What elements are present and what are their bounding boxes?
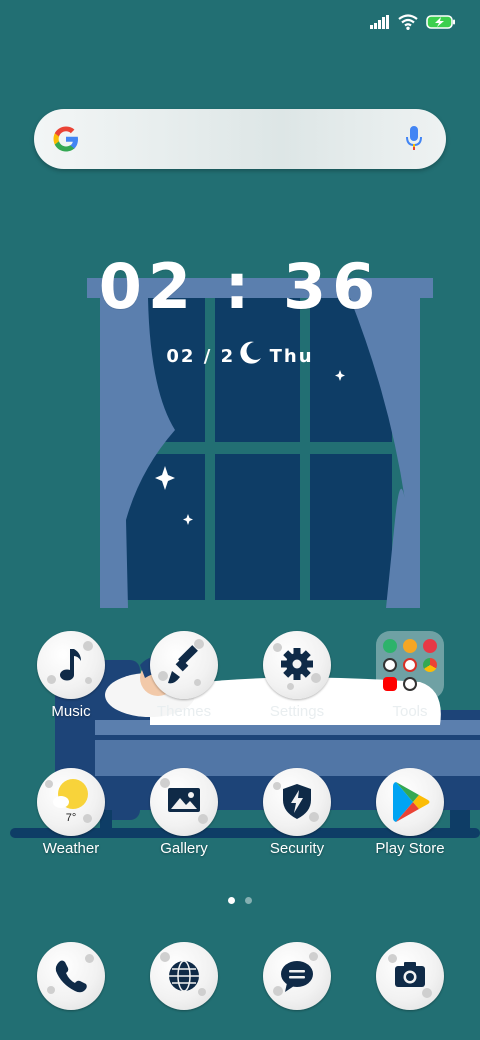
app-label: Security bbox=[269, 840, 325, 857]
date-text: 02 / 2 bbox=[166, 346, 236, 367]
app-tools-folder[interactable]: Tools bbox=[354, 631, 466, 720]
app-weather[interactable]: 7° Weather bbox=[15, 768, 127, 857]
app-music[interactable]: Music bbox=[15, 631, 127, 720]
app-icon-disc: 7° bbox=[37, 768, 105, 836]
camera-icon bbox=[395, 962, 425, 987]
app-settings[interactable]: Settings bbox=[241, 631, 353, 720]
weather-temp: 7° bbox=[65, 812, 77, 824]
folder-icon bbox=[376, 631, 444, 699]
folder-app-icon bbox=[423, 639, 437, 654]
folder-app-icon bbox=[403, 676, 417, 691]
app-label: Weather bbox=[42, 840, 100, 857]
microphone-icon[interactable] bbox=[404, 125, 424, 153]
gear-icon bbox=[281, 648, 313, 680]
dock-camera[interactable] bbox=[354, 942, 466, 1010]
app-icon-disc bbox=[376, 768, 444, 836]
app-icon-disc bbox=[37, 631, 105, 699]
app-icon-disc bbox=[376, 942, 444, 1010]
app-icon-disc bbox=[263, 631, 331, 699]
paintbrush-icon bbox=[168, 645, 198, 684]
page-indicator bbox=[0, 897, 480, 904]
dock-phone[interactable] bbox=[15, 942, 127, 1010]
app-icon-disc bbox=[150, 942, 218, 1010]
app-icon-disc bbox=[150, 768, 218, 836]
dock-messages[interactable] bbox=[241, 942, 353, 1010]
google-search-bar[interactable] bbox=[34, 109, 446, 169]
shield-bolt-icon bbox=[283, 784, 311, 819]
app-icon-disc bbox=[37, 942, 105, 1010]
google-g-logo bbox=[53, 126, 78, 152]
app-label: Music bbox=[51, 703, 91, 720]
weekday-text: Thu bbox=[269, 346, 314, 367]
dock-browser[interactable] bbox=[128, 942, 240, 1010]
battery-charging-icon bbox=[426, 15, 455, 29]
status-bar bbox=[370, 10, 456, 34]
app-play-store[interactable]: Play Store bbox=[354, 768, 466, 857]
clock-date[interactable]: 02 / 2 Thu bbox=[0, 340, 480, 367]
globe-icon bbox=[169, 960, 199, 992]
folder-app-icon bbox=[403, 657, 417, 672]
app-themes[interactable]: Themes bbox=[128, 631, 240, 720]
signal-bars-icon bbox=[370, 15, 389, 29]
music-note-icon bbox=[60, 649, 81, 681]
app-label: Tools bbox=[392, 703, 428, 720]
image-icon bbox=[168, 788, 200, 812]
message-bubble-icon bbox=[281, 961, 313, 992]
app-label: Themes bbox=[156, 703, 212, 720]
app-label: Play Store bbox=[375, 840, 445, 857]
moon-icon bbox=[240, 341, 262, 364]
folder-app-icon bbox=[403, 639, 417, 654]
app-icon-disc bbox=[263, 768, 331, 836]
app-label: Settings bbox=[269, 703, 325, 720]
folder-app-icon bbox=[383, 657, 397, 672]
app-icon-disc bbox=[263, 942, 331, 1010]
page-dot-active[interactable] bbox=[228, 897, 235, 904]
phone-icon bbox=[55, 960, 87, 993]
wifi-icon bbox=[398, 14, 418, 30]
folder-app-icon bbox=[383, 676, 397, 691]
app-icon-disc bbox=[150, 631, 218, 699]
clock-time[interactable]: 02 : 36 bbox=[0, 252, 480, 322]
play-store-icon bbox=[393, 782, 430, 822]
folder-app-icon bbox=[383, 639, 397, 654]
page-dot[interactable] bbox=[245, 897, 252, 904]
app-gallery[interactable]: Gallery bbox=[128, 768, 240, 857]
weather-sun-cloud-icon bbox=[53, 779, 88, 809]
app-label: Gallery bbox=[160, 840, 208, 857]
folder-app-icon bbox=[423, 657, 437, 672]
app-security[interactable]: Security bbox=[241, 768, 353, 857]
